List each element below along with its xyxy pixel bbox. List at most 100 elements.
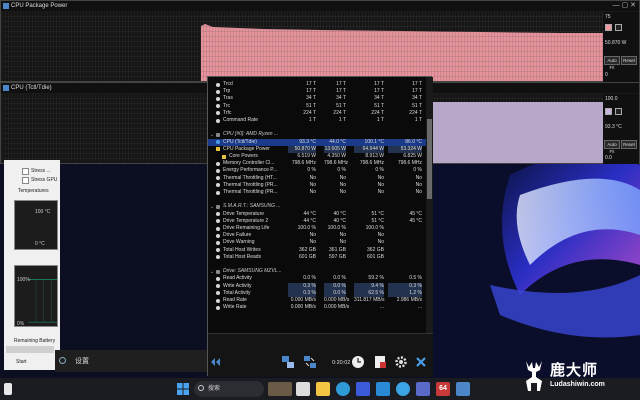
- edge-icon[interactable]: [336, 382, 350, 396]
- sensor-value-avg: 0.5 %: [409, 275, 422, 282]
- sensor-value-cur: 1 T: [308, 117, 316, 123]
- sensor-value-avg: 17 T: [412, 81, 422, 87]
- sensor-value-cur: 93.3 °C: [299, 138, 316, 145]
- sensor-row[interactable]: Memory Controller Cl... 798.6 MHz 798.6 MH…: [208, 160, 426, 167]
- auto-fit-button[interactable]: Auto Fit: [604, 140, 620, 154]
- app-icon: [3, 3, 9, 9]
- stress-checkbox[interactable]: [22, 168, 29, 175]
- sensor-row[interactable]: Energy Performance P... 0 % 0 % 0 % 0 %: [208, 167, 426, 174]
- start-icon[interactable]: [176, 382, 190, 396]
- style-box[interactable]: [615, 108, 622, 115]
- sensor-row[interactable]: CPU (Tctl/Tdie) 93.3 °C 44.0 °C 100.1 °C 86.…: [208, 138, 426, 146]
- sensor-value-min: No: [339, 181, 346, 188]
- clock-icon[interactable]: [350, 354, 366, 370]
- sensor-row[interactable]: Total Host Writes 362 GB 361 GB 362 GB: [208, 247, 426, 254]
- aida64-icon[interactable]: 64: [436, 382, 450, 396]
- close-icon[interactable]: [413, 354, 429, 370]
- sensor-row[interactable]: Tras 34 T 34 T 34 T 34 T: [208, 95, 426, 102]
- settings-gear-icon[interactable]: [393, 354, 409, 370]
- sensor-row[interactable]: Total Activity 0.3 % 0.0 % 62.5 % 1.2 %: [208, 289, 426, 297]
- graph-titlebar[interactable]: CPU Package Power — ▢ ✕: [1, 1, 639, 11]
- sensor-row[interactable]: Trp 17 T 17 T 17 T 17 T: [208, 88, 426, 95]
- sensor-row[interactable]: Write Activity 0.3 % 0.0 % 9.4 % 0.3 %: [208, 282, 426, 290]
- widget-icon[interactable]: [4, 383, 12, 395]
- settings-window-strip[interactable]: 设置: [55, 350, 207, 372]
- sensor-type-icon: [216, 96, 220, 101]
- style-box[interactable]: [615, 24, 622, 31]
- sensor-value-max: 8.913 W: [365, 153, 384, 159]
- app-icon[interactable]: [416, 382, 430, 396]
- window-controls[interactable]: — ▢ ✕: [613, 1, 636, 11]
- mail-icon[interactable]: [376, 382, 390, 396]
- sensor-value-max: 51 °C: [371, 217, 384, 224]
- sensor-value-avg: No: [415, 181, 422, 188]
- vertical-scrollbar[interactable]: [426, 77, 433, 333]
- sensor-row[interactable]: Drive Temperature 2 44 °C 40 °C 51 °C 45 °C: [208, 218, 426, 225]
- sensor-row[interactable]: Trcd 17 T 17 T 17 T 17 T: [208, 81, 426, 88]
- sensor-value-avg: 798.6 MHz: [397, 160, 422, 167]
- start-button[interactable]: Start: [16, 359, 27, 365]
- switch-layout-icon[interactable]: [302, 354, 318, 370]
- sensor-row[interactable]: Thermal Throttling (PR... No No No No: [208, 182, 426, 189]
- sensor-value-cur: No: [309, 189, 316, 195]
- sensor-row[interactable]: Thermal Throttling (PR... No No No No: [208, 189, 426, 196]
- sensor-table[interactable]: Trcd 17 T 17 T 17 T 17 T Trp 17 T 17 T 17 T 17 TT…: [208, 77, 433, 333]
- sensor-row[interactable]: Thermal Throttling (HT... No No No No: [208, 175, 426, 182]
- hwinfo-sensors-window[interactable]: Trcd 17 T 17 T 17 T 17 T Trp 17 T 17 T 17 T 17 TT…: [207, 76, 433, 377]
- sensor-type-icon: [216, 82, 220, 87]
- stress-gpu-checkbox[interactable]: [22, 177, 29, 184]
- sensor-value-max: 17 T: [374, 81, 384, 87]
- sensor-row[interactable]: Write Rate 0.000 MB/s 0.000 MB/s......: [208, 304, 426, 311]
- usage-mini-graph: 100% 0%: [14, 265, 58, 327]
- graph-window-package-power[interactable]: CPU Package Power — ▢ ✕ 75 50.870 W Auto…: [0, 0, 640, 82]
- sensor-value-max: 17 T: [374, 88, 384, 95]
- sensor-row[interactable]: Drive Temperature 44 °C 40 °C 51 °C 45 °C: [208, 211, 426, 218]
- stress-gpu-label: Stress GPU: [31, 177, 58, 183]
- task-view-icon[interactable]: [296, 382, 310, 396]
- sensor-row[interactable]: Read Rate 0.000 MB/s 0.000 MB/s 311.817 MB/…: [208, 297, 426, 304]
- sensor-name: Drive Temperature: [223, 210, 265, 217]
- sensor-row[interactable]: Command Rate 1 T 1 T 1 T 1 T: [208, 117, 426, 124]
- sensor-group-header[interactable]: ⌄ Drive: SAMSUNG MZVL...: [208, 268, 426, 275]
- search-highlight-image[interactable]: [268, 382, 292, 396]
- graph-title: CPU Package Power: [11, 3, 68, 9]
- network-icon[interactable]: [280, 354, 296, 370]
- taskbar-search[interactable]: 搜索: [194, 381, 264, 397]
- sensor-type-icon: [216, 284, 220, 289]
- sensor-value-cur: 601 GB: [299, 253, 316, 260]
- sensor-value-min: 44.0 °C: [329, 138, 346, 145]
- sensor-row[interactable]: Core Powers 6.519 W 4.350 W 8.913 W 6.825 W: [208, 153, 426, 160]
- device-icon: [216, 204, 220, 209]
- sensor-row[interactable]: Total Host Reads 601 GB 597 GB 601 GB: [208, 254, 426, 261]
- sensor-row[interactable]: Drive Failure No No No: [208, 232, 426, 239]
- report-icon[interactable]: [372, 354, 388, 370]
- sensor-row[interactable]: Trc 51 T 51 T 51 T 51 T: [208, 103, 426, 110]
- stress-test-window[interactable]: Stress ... Stress GPU Temperatures 100 °…: [4, 160, 60, 370]
- reset-button[interactable]: Reset: [621, 56, 637, 65]
- sensor-row[interactable]: Read Activity 0.0 % 0.0 % 59.2 % 0.5 %: [208, 275, 426, 282]
- hwinfo-taskbar-icon[interactable]: [456, 382, 470, 396]
- sensor-group-header[interactable]: ⌄ CPU [#0]: AMD Ryzen ...: [208, 131, 426, 138]
- auto-fit-button[interactable]: Auto Fit: [604, 56, 620, 70]
- sensor-row[interactable]: CPU Package Power 50.870 W 13.605 W 64.944 …: [208, 145, 426, 153]
- color-swatch[interactable]: [605, 108, 612, 115]
- sensor-row[interactable]: Drive Remaining Life 100.0 % 100.0 % 100.0 …: [208, 225, 426, 232]
- sensor-name: Trfc: [223, 109, 232, 116]
- sensor-value-min: 798.6 MHz: [324, 160, 349, 167]
- sensor-value-cur: 0.000 MB/s: [290, 297, 316, 303]
- search-icon: [198, 385, 204, 391]
- file-explorer-icon[interactable]: [316, 382, 330, 396]
- scrollbar-thumb[interactable]: [427, 119, 432, 199]
- sensor-type-icon: [216, 233, 220, 238]
- graph-title: CPU (Tctl/Tdie): [11, 85, 52, 91]
- sensor-row[interactable]: Drive Warning No No No: [208, 239, 426, 246]
- color-swatch[interactable]: [605, 24, 612, 31]
- sensor-type-icon: [216, 147, 220, 152]
- store-icon[interactable]: [356, 382, 370, 396]
- reset-button[interactable]: Reset: [621, 140, 637, 149]
- sensor-row[interactable]: Trfc 224 T 224 T 224 T 224 T: [208, 110, 426, 117]
- help-icon[interactable]: [396, 382, 410, 396]
- sensor-value-min: 0.0 %: [333, 275, 346, 282]
- sensor-group-header[interactable]: ⌄ S.M.A.R.T.: SAMSUNG ...: [208, 203, 426, 210]
- collapse-arrows-icon[interactable]: [210, 354, 226, 370]
